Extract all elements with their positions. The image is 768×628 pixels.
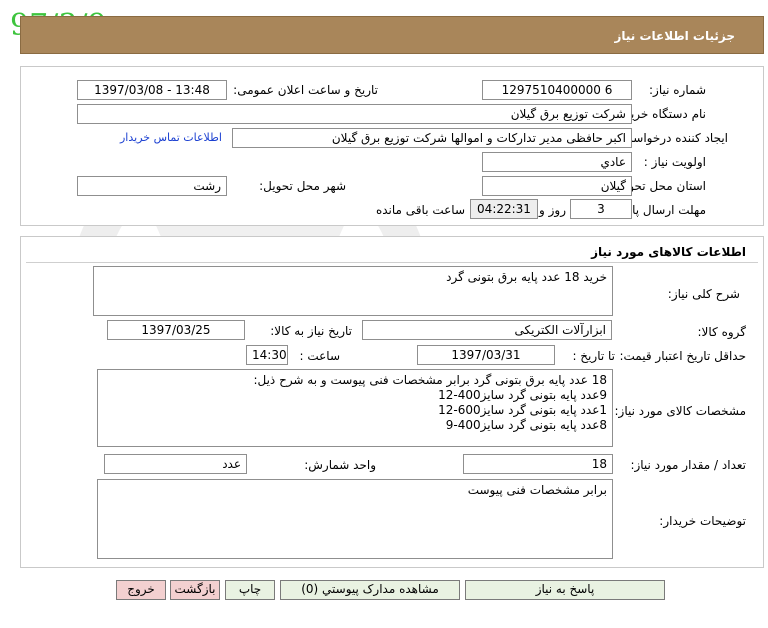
specs-line: 8عدد پایه بتونی گرد سایز400-9 (445, 418, 607, 432)
page-title: جزئیات اطلاعات نیاز (614, 29, 735, 43)
unit-field: عدد (104, 454, 247, 474)
print-button[interactable]: چاپ (225, 580, 275, 600)
buyer-notes-text: برابر مشخصات فنی پیوست (467, 483, 607, 497)
need-date-label: تاریخ نیاز به کالا: (270, 324, 352, 338)
city-label: شهر محل تحویل: (259, 179, 346, 193)
specs-line: 9عدد پایه بتونی گرد سایز400-12 (438, 388, 607, 402)
quantity-field: 18 (463, 454, 613, 474)
deadline-days-field: 3 (570, 199, 632, 219)
city-field: رشت (77, 176, 227, 196)
time-label: ساعت : (299, 349, 340, 363)
priority-label: اولویت نیاز : (643, 155, 706, 169)
reply-button[interactable]: پاسخ به نیاز (465, 580, 665, 600)
until-date-field: 1397/03/31 (417, 345, 555, 365)
goods-group-field: ابزارآلات الکتریکی (362, 320, 612, 340)
need-number-label: شماره نیاز: (649, 83, 706, 97)
until-date-label: تا تاریخ : (572, 349, 615, 363)
goods-group-label: گروه کالا: (697, 325, 747, 339)
summary-label: شرح کلی نیاز: (667, 287, 740, 301)
back-button[interactable]: بازگشت (170, 580, 220, 600)
exit-button[interactable]: خروج (116, 580, 166, 600)
section-divider (26, 262, 758, 263)
time-field: 14:30 (246, 345, 288, 365)
announce-field: 1397/03/08 - 13:48 (77, 80, 227, 100)
title-bar: جزئیات اطلاعات نیاز (20, 16, 764, 54)
days-label: روز و (539, 203, 566, 217)
need-number-field: 1297510400000 6 (482, 80, 632, 100)
specs-textarea: 18 عدد پایه برق بتونی گرد برابر مشخصات ف… (97, 369, 613, 447)
buyer-org-field: شرکت توزیع برق گیلان (77, 104, 632, 124)
buyer-notes-textarea: برابر مشخصات فنی پیوست (97, 479, 613, 559)
unit-label: واحد شمارش: (304, 458, 376, 472)
buyer-notes-label: توضیحات خریدار: (659, 514, 746, 528)
buyer-contact-link[interactable]: اطلاعات تماس خریدار (120, 131, 222, 144)
min-validity-label: حداقل تاریخ اعتبار قیمت: (619, 349, 746, 363)
specs-line: 18 عدد پایه برق بتونی گرد برابر مشخصات ف… (253, 373, 607, 387)
deadline-time-field: 04:22:31 (470, 199, 538, 219)
summary-text: خرید 18 عدد پایه برق بتونی گرد (446, 270, 607, 284)
specs-line: 1عدد پایه بتونی گرد سایز600-12 (438, 403, 607, 417)
summary-textarea: خرید 18 عدد پایه برق بتونی گرد (93, 266, 613, 316)
province-field: گیلان (482, 176, 632, 196)
creator-label: ایجاد کننده درخواست: (617, 131, 728, 145)
view-attachments-button[interactable]: مشاهده مدارک پیوستي (0) (280, 580, 460, 600)
specs-label: مشخصات کالای مورد نیاز: (614, 404, 746, 418)
remaining-label: ساعت باقی مانده (375, 203, 465, 217)
need-date-field: 1397/03/25 (107, 320, 245, 340)
announce-label: تاریخ و ساعت اعلان عمومی: (233, 83, 378, 97)
priority-field: عادي (482, 152, 632, 172)
goods-section-title: اطلاعات کالاهای مورد نیاز (591, 245, 746, 259)
quantity-label: تعداد / مقدار مورد نیاز: (630, 458, 746, 472)
creator-field: اکبر حافظی مدیر تدارکات و اموالها شرکت ت… (232, 128, 632, 148)
